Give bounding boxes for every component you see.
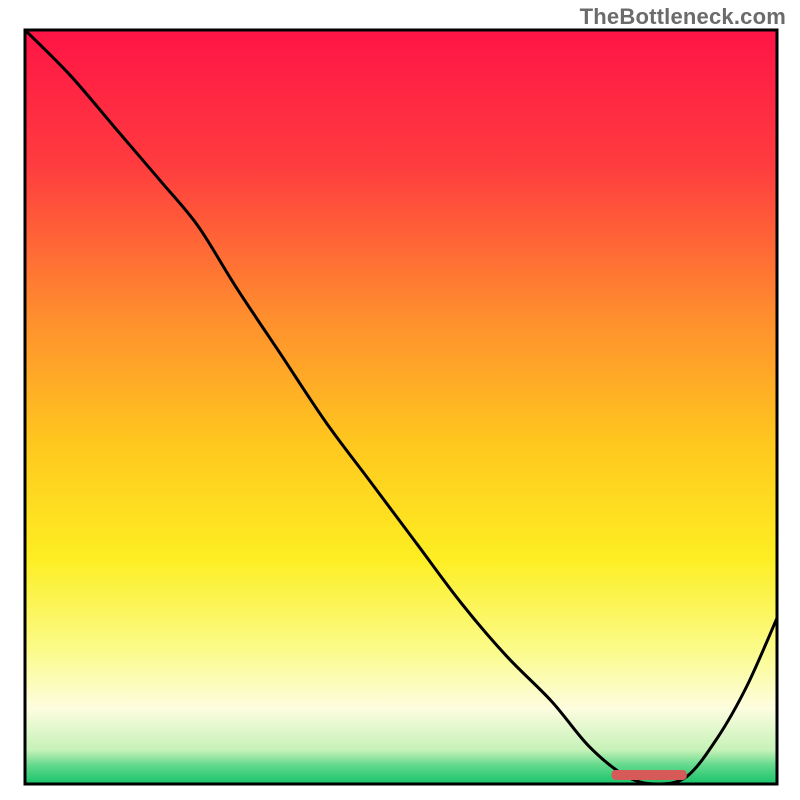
gradient-background <box>25 30 777 784</box>
plot-area <box>25 30 777 784</box>
bottleneck-plot <box>0 0 800 800</box>
chart-stage: TheBottleneck.com <box>0 0 800 800</box>
optimal-range-marker <box>612 770 687 780</box>
